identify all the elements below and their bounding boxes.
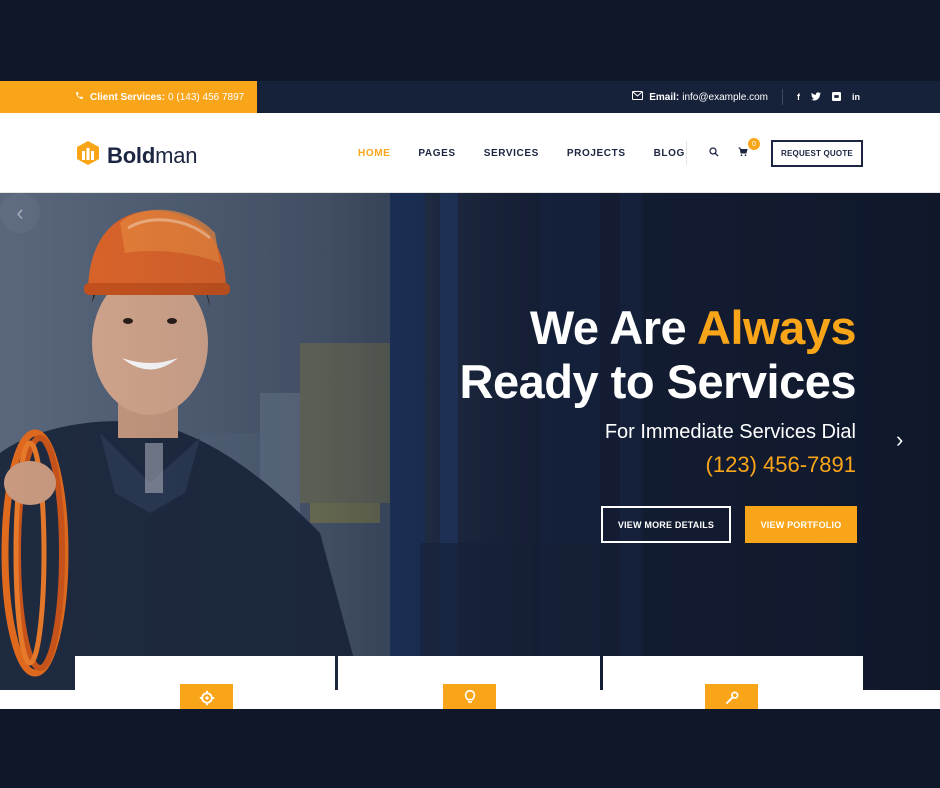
site-header: Boldman HOME PAGES SERVICES PROJECTS BLO…: [0, 113, 940, 193]
top-bar: Client Services: 0 (143) 456 7897 Email:…: [0, 81, 940, 113]
hero-phone[interactable]: (123) 456-7891: [706, 452, 856, 478]
site-logo[interactable]: Boldman: [75, 140, 197, 171]
linkedin-icon[interactable]: in: [852, 92, 860, 102]
bulb-icon: [463, 689, 477, 709]
view-more-details-button[interactable]: VIEW MORE DETAILS: [601, 506, 731, 543]
nav-pages[interactable]: PAGES: [418, 148, 455, 159]
feature-icon-box-3: [705, 684, 758, 709]
client-services-phone[interactable]: 0 (143) 456 7897: [168, 92, 244, 103]
logo-text: Boldman: [107, 142, 198, 168]
twitter-icon[interactable]: [811, 91, 821, 103]
cart-icon: [738, 144, 748, 162]
feature-icon-box-2: [443, 684, 496, 709]
email-link[interactable]: info@example.com: [682, 92, 768, 103]
facebook-icon[interactable]: f: [797, 92, 800, 102]
request-quote-button[interactable]: REQUEST QUOTE: [771, 140, 863, 167]
chevron-right-icon: ›: [896, 427, 904, 452]
nav-services[interactable]: SERVICES: [484, 148, 539, 159]
main-nav: HOME PAGES SERVICES PROJECTS BLOG: [358, 113, 685, 193]
search-icon: [709, 144, 719, 162]
email-label: Email:: [649, 91, 680, 103]
phone-icon: [75, 91, 84, 103]
client-services-bar: Client Services: 0 (143) 456 7897: [0, 81, 257, 113]
view-portfolio-button[interactable]: VIEW PORTFOLIO: [745, 506, 857, 543]
wrench-icon: [724, 690, 740, 709]
search-button[interactable]: [704, 143, 724, 163]
topbar-divider: [782, 89, 783, 105]
google-plus-icon[interactable]: [832, 91, 841, 103]
gear-icon: [199, 690, 215, 709]
feature-card-1[interactable]: [75, 656, 335, 709]
feature-card-3[interactable]: [603, 656, 863, 709]
hero-subtitle: For Immediate Services Dial: [604, 421, 856, 443]
logo-icon: [75, 140, 101, 171]
nav-divider: [686, 141, 687, 165]
mail-icon: [632, 91, 644, 103]
nav-projects[interactable]: PROJECTS: [567, 148, 626, 159]
nav-home[interactable]: HOME: [358, 148, 390, 159]
social-links: f in: [797, 91, 860, 103]
client-services-label: Client Services:: [90, 91, 166, 103]
topbar-contact: Email: info@example.com f in: [632, 81, 860, 113]
cart-count-badge: 0: [748, 138, 760, 150]
feature-card-2[interactable]: [338, 656, 600, 709]
slider-next-button[interactable]: ›: [896, 427, 903, 453]
nav-blog[interactable]: BLOG: [654, 148, 685, 159]
hero-title: We Are Always Ready to Services: [459, 301, 857, 408]
feature-icon-box-1: [180, 684, 233, 709]
hero-slider: ‹ › We Are Always Ready to Services For …: [0, 193, 928, 690]
